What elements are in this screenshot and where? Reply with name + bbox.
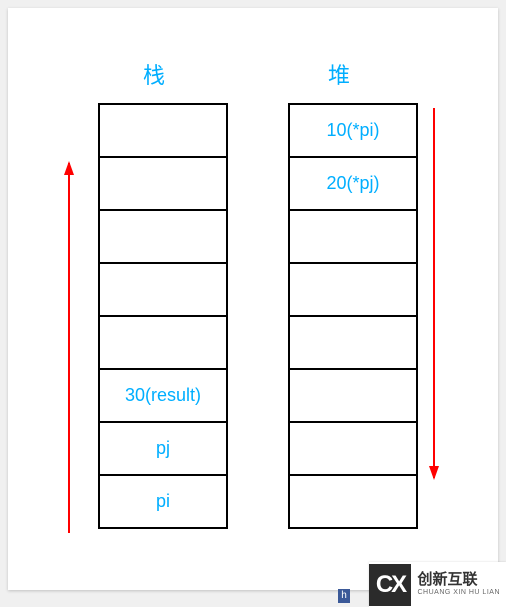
stack-cell <box>100 262 226 317</box>
stack-cell: pj <box>100 421 226 476</box>
stack-cell: pi <box>100 474 226 529</box>
logo-english: CHUANG XIN HU LIAN <box>417 589 500 597</box>
stack-cell: 30(result) <box>100 368 226 423</box>
stack-cell <box>100 315 226 370</box>
heap-cell <box>290 262 416 317</box>
heap-growth-arrow-down <box>433 108 435 478</box>
heap-cell <box>290 315 416 370</box>
heap-cell <box>290 209 416 264</box>
stack-column: 30(result) pj pi <box>98 103 228 529</box>
logo-mark-icon: CX <box>369 564 411 606</box>
stack-cell <box>100 209 226 264</box>
stack-cell <box>100 103 226 158</box>
heap-cell: 20(*pj) <box>290 156 416 211</box>
heap-cell <box>290 368 416 423</box>
stack-growth-arrow-up <box>68 163 70 533</box>
heap-cell: 10(*pi) <box>290 103 416 158</box>
heap-cell <box>290 474 416 529</box>
small-tag: h <box>338 589 350 603</box>
logo-chinese: 创新互联 <box>417 572 500 589</box>
heap-title: 堆 <box>328 58 350 90</box>
watermark-logo: CX 创新互联 CHUANG XIN HU LIAN <box>369 562 506 607</box>
diagram-page: 栈 堆 30(result) pj pi 10(*pi) 20(*pj) <box>8 8 498 590</box>
heap-cell <box>290 421 416 476</box>
heap-column: 10(*pi) 20(*pj) <box>288 103 418 529</box>
logo-text: 创新互联 CHUANG XIN HU LIAN <box>417 572 500 596</box>
stack-title: 栈 <box>143 58 165 90</box>
stack-cell <box>100 156 226 211</box>
